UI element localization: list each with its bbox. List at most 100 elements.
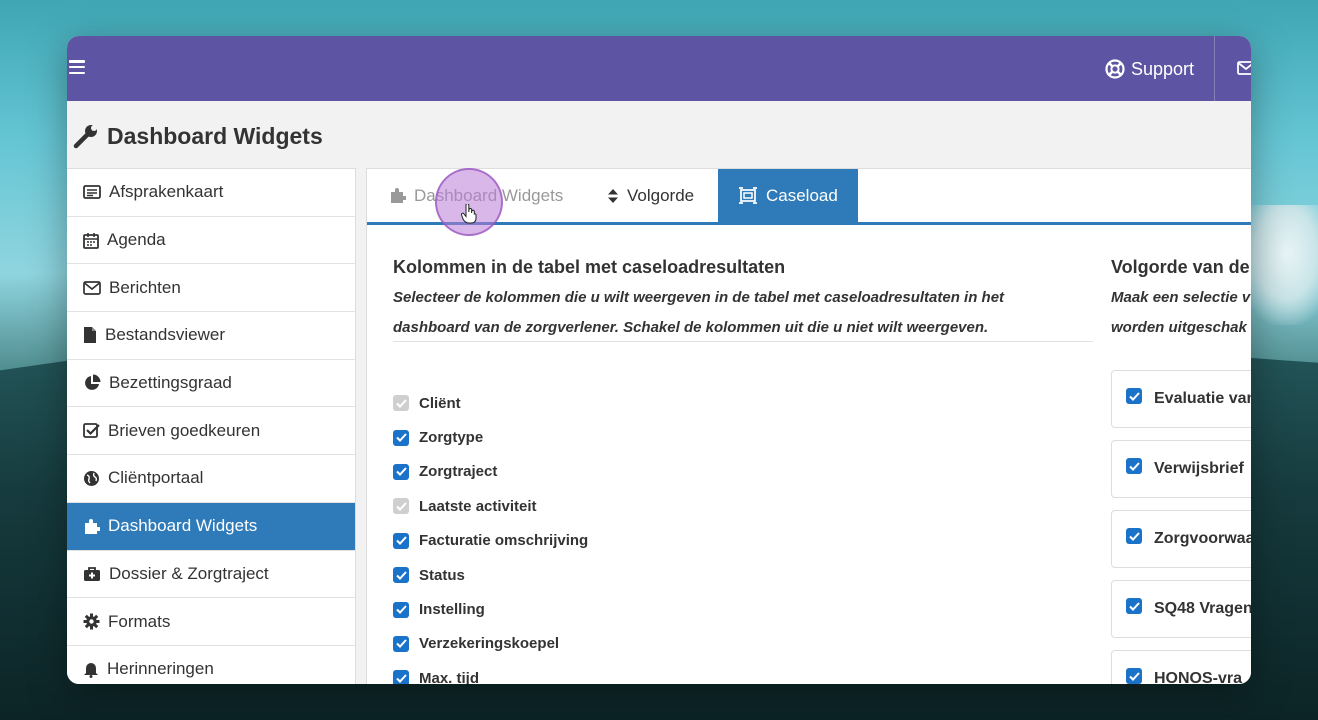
checkbox-row-zorgtraject[interactable]: Zorgtraject [393,455,588,489]
checkbox-label: Zorgtraject [419,463,498,481]
menu-icon[interactable] [69,60,85,74]
envelope-icon[interactable] [1237,61,1251,75]
sidebar-item-label: Formats [108,611,171,631]
tab-label: Dashboard Widgets [414,185,564,205]
columns-desc-line-2: dashboard van de zorgverlener. Schakel d… [393,319,989,336]
sidebar-item-clientportaal[interactable]: Cliëntportaal [67,455,355,503]
checkbox[interactable] [393,567,409,584]
sidebar-item-herinneringen[interactable]: Herinneringen [67,646,355,684]
checkbox-disabled [393,395,409,412]
page-title-text: Dashboard Widgets [107,122,323,149]
check-square-icon [83,423,100,439]
sidebar-item-label: Bestandsviewer [105,325,226,345]
checkbox-label: Verzekeringskoepel [419,635,560,653]
tab-caseload[interactable]: Caseload [718,169,858,222]
card-icon [83,185,101,200]
pie-chart-icon [85,374,101,391]
order-section-description: Maak een selectie v worden uitgeschak [1111,283,1251,343]
envelope-icon [83,280,101,295]
checkbox[interactable] [1126,528,1142,544]
checkbox-disabled [393,498,409,515]
checkbox[interactable] [1126,668,1142,684]
checkbox-row-laatste-activiteit[interactable]: Laatste activiteit [393,489,588,523]
checkbox[interactable] [1126,458,1142,474]
checkbox-row-verzekeringskoepel[interactable]: Verzekeringskoepel [393,627,588,661]
checkbox-row-max-tijd[interactable]: Max. tijd [393,661,588,684]
order-section-title: Volgorde van de [1111,257,1250,277]
medkit-icon [84,566,100,581]
checkbox-label: Cliënt [419,394,461,412]
checkbox[interactable] [393,532,409,549]
topbar-divider [1214,36,1215,101]
checkbox[interactable] [393,635,409,652]
order-desc-line-1: Maak een selectie v [1111,289,1251,306]
checkbox-row-status[interactable]: Status [393,558,588,592]
sidebar-item-formats[interactable]: Formats [67,598,355,646]
checkbox[interactable] [393,429,409,446]
order-desc-line-2: worden uitgeschak [1111,319,1247,336]
checkbox[interactable] [1126,598,1142,614]
tab-label: Volgorde [627,185,695,205]
order-item-label: Verwijsbrief [1154,460,1244,477]
columns-section-description: Selecteer de kolommen die u wilt weergev… [393,283,1093,343]
checkbox-row-zorgtype[interactable]: Zorgtype [393,420,588,454]
sidebar-item-brieven-goedkeuren[interactable]: Brieven goedkeuren [67,407,355,456]
tab-volgorde[interactable]: Volgorde [607,169,694,222]
order-item-label: Zorgvoorwaa [1154,530,1251,547]
checkbox-label: Facturatie omschrijving [419,532,589,550]
gear-icon [83,613,100,630]
checkbox[interactable] [393,601,409,618]
sidebar-item-bestandsviewer[interactable]: Bestandsviewer [67,312,355,360]
calendar-icon [83,232,99,249]
sidebar-item-afsprakenkaart[interactable]: Afsprakenkaart [67,169,355,217]
tab-dashboard-widgets[interactable]: Dashboard Widgets [389,169,563,222]
columns-desc-line-1: Selecteer de kolommen die u wilt weergev… [393,289,1005,306]
order-widget-list: Evaluatie van Verwijsbrief Zorgvoorwaa S… [1111,370,1251,684]
order-item-sq48[interactable]: SQ48 Vragen [1111,580,1251,638]
order-item-label: HONOS-vra [1154,670,1243,684]
lifebuoy-icon [1105,59,1125,79]
checkbox[interactable] [393,463,409,480]
globe-icon [84,470,99,486]
sidebar-item-dossier-zorgtraject[interactable]: Dossier & Zorgtraject [67,551,355,599]
sidebar-item-label: Dossier & Zorgtraject [109,563,269,583]
tab-label: Caseload [766,185,838,205]
puzzle-icon [85,518,100,534]
checkbox-label: Zorgtype [419,429,484,447]
sidebar: Afsprakenkaart Agenda Berichten Bestands… [67,168,356,684]
order-item-evaluatie[interactable]: Evaluatie van [1111,370,1251,428]
sidebar-item-label: Herinneringen [107,659,214,679]
sort-icon [608,188,618,203]
section-divider [393,341,1093,342]
support-label: Support [1131,58,1195,79]
sidebar-item-label: Bezettingsgraad [109,373,232,393]
checkbox[interactable] [1126,388,1142,404]
sidebar-item-berichten[interactable]: Berichten [67,264,355,313]
file-icon [84,327,96,344]
sidebar-item-label: Cliëntportaal [108,468,204,488]
checkbox-row-instelling[interactable]: Instelling [393,592,588,626]
checkbox-row-client[interactable]: Cliënt [393,386,588,420]
content-panel: Dashboard Widgets Volgorde Caseload Kolo… [366,168,1251,684]
tab-bar: Dashboard Widgets Volgorde Caseload [367,169,1251,225]
order-item-verwijsbrief[interactable]: Verwijsbrief [1111,440,1251,498]
sidebar-item-bezettingsgraad[interactable]: Bezettingsgraad [67,360,355,408]
sidebar-item-agenda[interactable]: Agenda [67,217,355,265]
columns-section-title: Kolommen in de tabel met caseloadresulta… [393,257,786,277]
sidebar-item-label: Brieven goedkeuren [108,420,261,440]
page-title: Dashboard Widgets [73,121,323,151]
sidebar-item-label: Afsprakenkaart [109,182,224,202]
order-item-honos[interactable]: HONOS-vra [1111,650,1251,684]
checkbox-row-facturatie[interactable]: Facturatie omschrijving [393,524,588,558]
column-checkbox-list: Cliënt Zorgtype Zorgtraject Laatste acti… [393,386,588,684]
checkbox[interactable] [393,670,409,684]
top-navbar: Support [67,36,1251,101]
app-window: Support Dashboard Widgets Afsprakenkaart… [67,36,1251,684]
sidebar-item-dashboard-widgets[interactable]: Dashboard Widgets [67,502,355,551]
support-link[interactable]: Support [1105,56,1194,82]
order-item-label: Evaluatie van [1154,390,1251,407]
wrench-icon [73,125,97,149]
order-item-zorgvoorwaarden[interactable]: Zorgvoorwaa [1111,510,1251,568]
checkbox-label: Laatste activiteit [419,497,537,515]
checkbox-label: Status [419,566,465,584]
